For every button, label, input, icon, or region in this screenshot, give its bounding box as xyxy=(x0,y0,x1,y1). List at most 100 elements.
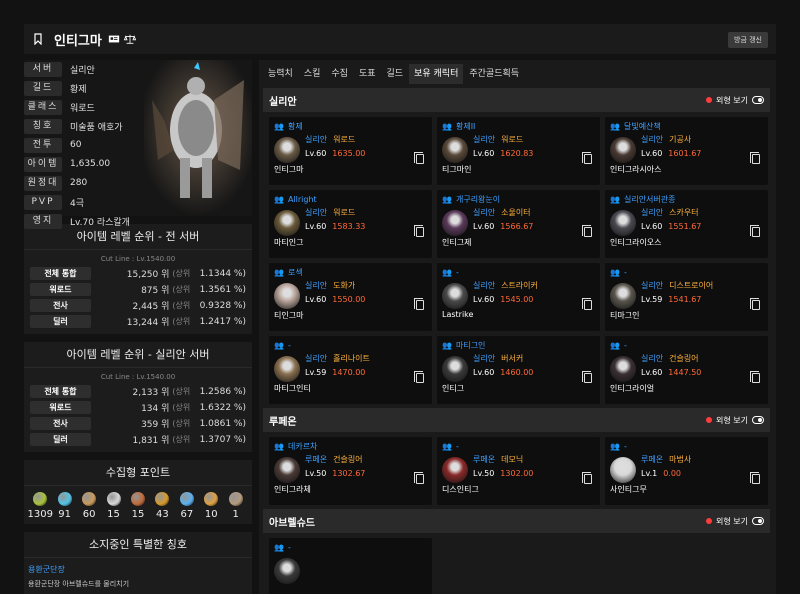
refresh-button[interactable]: 방금 갱신 xyxy=(728,32,768,48)
character-guild: 👥 로섹 xyxy=(274,267,427,278)
bookmark-icon[interactable] xyxy=(32,33,44,45)
avatar xyxy=(442,356,468,382)
character-card[interactable]: 👥 개구리왕눈이 실리안 소울이터 Lv.60 1566.67 인티그제 xyxy=(437,190,600,258)
copy-icon[interactable] xyxy=(582,225,592,237)
tab-도표[interactable]: 도표 xyxy=(354,64,381,84)
collection-value: 91 xyxy=(58,509,72,520)
copy-icon[interactable] xyxy=(414,298,424,310)
appearance-toggle[interactable]: 외형 보기 xyxy=(706,415,764,426)
character-body: 실리안 워로드 Lv.60 1583.33 xyxy=(274,207,427,236)
guild-members-icon: 👥 xyxy=(610,341,620,350)
copy-icon[interactable] xyxy=(750,225,760,237)
collection-item[interactable]: 67 xyxy=(175,492,199,520)
character-class: 기공사 xyxy=(669,135,692,144)
character-item-level: 1550.00 xyxy=(332,295,366,304)
guild-name: 황제 xyxy=(287,122,303,131)
guild-members-icon: 👥 xyxy=(610,268,620,277)
rank-label: 워로드 xyxy=(30,283,91,296)
copy-icon[interactable] xyxy=(582,472,592,484)
character-item-level: 1583.33 xyxy=(332,222,366,231)
character-server: 실리안 xyxy=(641,135,664,144)
id-card-icon[interactable] xyxy=(108,33,120,45)
profile-label: 전투 xyxy=(24,137,62,153)
character-card[interactable]: 👥 - xyxy=(269,538,432,594)
guild-name: - xyxy=(287,341,291,350)
copy-icon[interactable] xyxy=(750,472,760,484)
character-item-level: 1620.83 xyxy=(500,149,534,158)
character-server: 실리안 xyxy=(305,354,328,363)
character-name: 마티인그 xyxy=(274,238,304,247)
tab-능력치[interactable]: 능력치 xyxy=(263,64,298,84)
profile-value: 4극 xyxy=(70,198,85,209)
tab-주간골드획득[interactable]: 주간골드획득 xyxy=(464,64,524,84)
copy-icon[interactable] xyxy=(582,371,592,383)
appearance-toggle[interactable]: 외형 보기 xyxy=(706,95,764,106)
copy-icon[interactable] xyxy=(582,298,592,310)
character-levels: Lv.60 1566.67 xyxy=(473,222,533,236)
copy-icon[interactable] xyxy=(582,152,592,164)
character-server: 루페온 xyxy=(473,455,496,464)
tab-길드[interactable]: 길드 xyxy=(382,64,409,84)
rank-all-cutline: Cut Line : Lv.1540.00 xyxy=(100,255,176,263)
character-info xyxy=(305,555,311,584)
character-guild: 👥 - xyxy=(610,340,763,351)
character-item-level: 1635.00 xyxy=(332,149,366,158)
character-card[interactable]: 👥 - 실리안 홀리나이트 Lv.59 1470.00 마티그인티 xyxy=(269,336,432,404)
character-level: Lv.60 xyxy=(305,295,327,304)
copy-icon[interactable] xyxy=(750,152,760,164)
character-server-class: 실리안 소울이터 xyxy=(473,207,533,219)
rank-tier: (상위 xyxy=(172,285,191,294)
rank-value: 15,250 위 xyxy=(126,270,170,280)
orpheus-star-icon xyxy=(204,492,219,506)
rank-label: 워로드 xyxy=(30,401,91,414)
character-info: 실리안 소울이터 Lv.60 1566.67 xyxy=(473,207,533,236)
copy-icon[interactable] xyxy=(750,371,760,383)
character-info: 루페온 마법사 Lv.1 0.00 xyxy=(641,454,691,483)
guild-name: 개구리왕눈이 xyxy=(455,195,501,204)
copy-icon[interactable] xyxy=(414,472,424,484)
appearance-toggle[interactable]: 외형 보기 xyxy=(706,516,764,527)
character-card[interactable]: 👥 - 실리안 디스트로이어 Lv.59 1541.67 티마그인 xyxy=(605,263,768,331)
character-card[interactable]: 👥 - 루페온 마법사 Lv.1 0.00 사인티그무 xyxy=(605,437,768,505)
collection-item[interactable]: 60 xyxy=(77,492,101,520)
collection-item[interactable]: 15 xyxy=(126,492,150,520)
copy-icon[interactable] xyxy=(414,225,424,237)
copy-icon[interactable] xyxy=(414,152,424,164)
character-card[interactable]: 👥 로섹 실리안 도화가 Lv.60 1550.00 티인그마 xyxy=(269,263,432,331)
character-guild: 👥 - xyxy=(610,267,763,278)
character-item-level: 1470.00 xyxy=(332,368,366,377)
special-title-name[interactable]: 용환군단장 xyxy=(28,564,248,575)
character-card[interactable]: 👥 - 실리안 스트라이커 Lv.60 1545.00 Lastrike xyxy=(437,263,600,331)
collection-item[interactable]: 1 xyxy=(224,492,248,520)
character-card[interactable]: 👥 - 실리안 건슬링어 Lv.60 1447.50 인티그라이얼 xyxy=(605,336,768,404)
character-card[interactable]: 👥 데카르차 루페온 건슬링어 Lv.50 1302.67 인티그라체 xyxy=(269,437,432,505)
character-card[interactable]: 👥 황제 실리안 워로드 Lv.60 1635.00 인티그마 xyxy=(269,117,432,185)
character-card[interactable]: 👥 달빛예산책 실리안 기공사 Lv.60 1601.67 인티그라시아스 xyxy=(605,117,768,185)
character-item-level: 1447.50 xyxy=(668,368,702,377)
guild-members-icon: 👥 xyxy=(610,122,620,131)
tab-보유 캐릭터[interactable]: 보유 캐릭터 xyxy=(409,64,464,84)
collection-item[interactable]: 1309 xyxy=(28,492,53,520)
character-card[interactable]: 👥 마티그인 실리안 버서커 Lv.60 1460.00 인티그 xyxy=(437,336,600,404)
character-info: 실리안 버서커 Lv.60 1460.00 xyxy=(473,353,533,382)
character-card[interactable]: 👥 - 루페온 데모닉 Lv.50 1302.00 디스인티그 xyxy=(437,437,600,505)
tab-스킬[interactable]: 스킬 xyxy=(299,64,326,84)
copy-icon[interactable] xyxy=(750,298,760,310)
character-card[interactable]: 👥 황제II 실리안 워로드 Lv.60 1620.83 티그마인 xyxy=(437,117,600,185)
character-info: 실리안 기공사 Lv.60 1601.67 xyxy=(641,134,701,163)
avatar xyxy=(610,457,636,483)
avatar xyxy=(274,283,300,309)
rank-percent: 1.2417 %) xyxy=(199,316,246,327)
collection-item[interactable]: 43 xyxy=(150,492,174,520)
tab-수집[interactable]: 수집 xyxy=(326,64,353,84)
rank-row: 딜러 13,244 위 (상위 1.2417 %) xyxy=(24,314,252,329)
character-class: 도화가 xyxy=(333,281,356,290)
scale-icon[interactable] xyxy=(123,33,136,45)
collection-item[interactable]: 10 xyxy=(199,492,223,520)
character-item-level: 1302.67 xyxy=(332,469,366,478)
character-card[interactable]: 👥 실리안서버관종 실리안 스카우터 Lv.60 1551.67 인티그라이오스 xyxy=(605,190,768,258)
collection-item[interactable]: 15 xyxy=(102,492,126,520)
collection-item[interactable]: 91 xyxy=(53,492,77,520)
character-card[interactable]: 👥 Allright 실리안 워로드 Lv.60 1583.33 마티인그 xyxy=(269,190,432,258)
copy-icon[interactable] xyxy=(414,371,424,383)
